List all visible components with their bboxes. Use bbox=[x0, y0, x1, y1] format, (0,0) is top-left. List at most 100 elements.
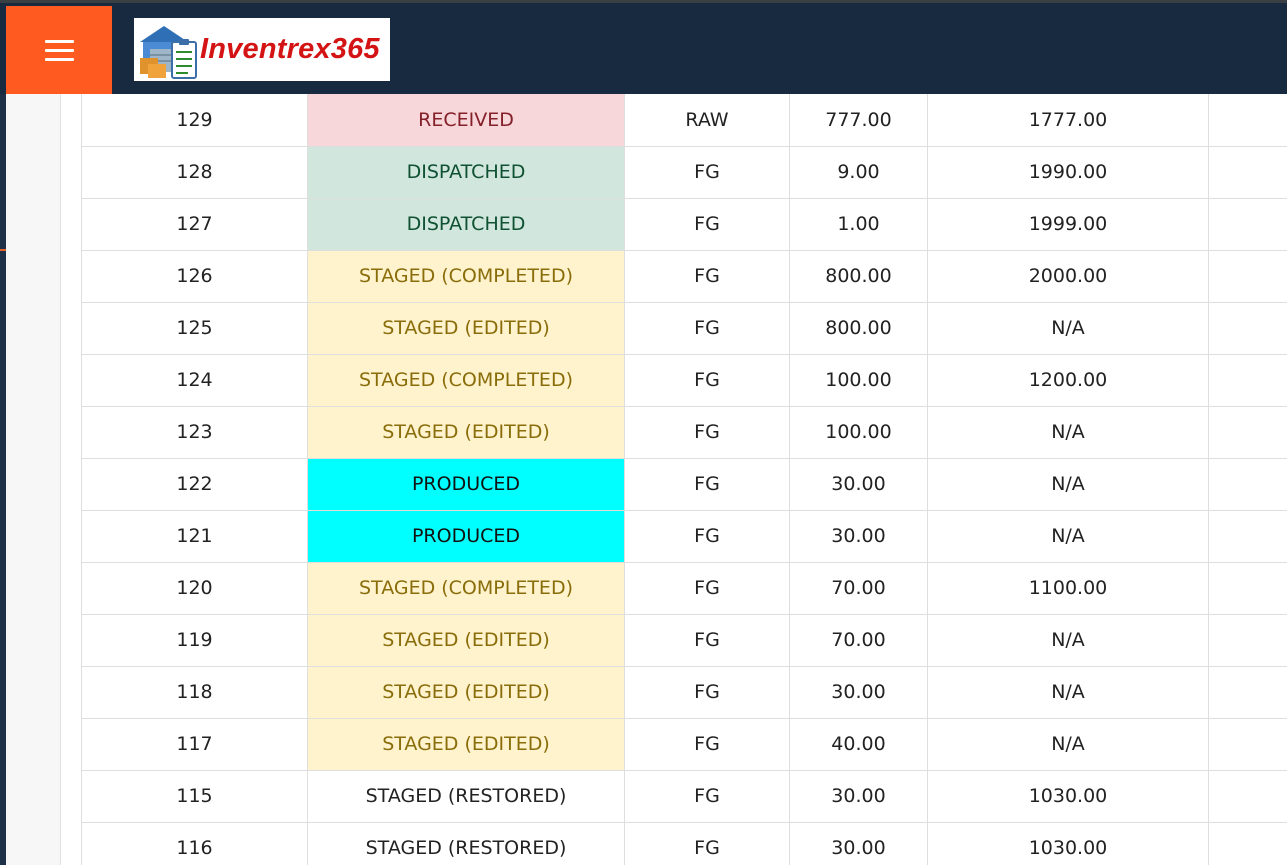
table-row[interactable]: 121 PRODUCED FG 30.00 N/A bbox=[81, 509, 1287, 563]
cell-quantity: 30.00 bbox=[789, 665, 928, 719]
cell-total: 2000.00 bbox=[927, 249, 1209, 303]
cell-status: PRODUCED bbox=[307, 457, 625, 511]
table-row[interactable]: 128 DISPATCHED FG 9.00 1990.00 bbox=[81, 145, 1287, 199]
cell-extra bbox=[1208, 197, 1287, 251]
cell-extra bbox=[1208, 301, 1287, 355]
cell-extra bbox=[1208, 249, 1287, 303]
table-row[interactable]: 123 STAGED (EDITED) FG 100.00 N/A bbox=[81, 405, 1287, 459]
table-row[interactable]: 124 STAGED (COMPLETED) FG 100.00 1200.00 bbox=[81, 353, 1287, 407]
cell-quantity: 70.00 bbox=[789, 561, 928, 615]
table-row[interactable]: 119 STAGED (EDITED) FG 70.00 N/A bbox=[81, 613, 1287, 667]
cell-total: 1200.00 bbox=[927, 353, 1209, 407]
cell-total: 1030.00 bbox=[927, 769, 1209, 823]
cell-id: 122 bbox=[81, 457, 308, 511]
cell-type: FG bbox=[624, 509, 790, 563]
cell-type: FG bbox=[624, 145, 790, 199]
table-row[interactable]: 115 STAGED (RESTORED) FG 30.00 1030.00 bbox=[81, 769, 1287, 823]
cell-status: STAGED (RESTORED) bbox=[307, 821, 625, 865]
cell-quantity: 1.00 bbox=[789, 197, 928, 251]
cell-type: FG bbox=[624, 613, 790, 667]
cell-status: STAGED (RESTORED) bbox=[307, 769, 625, 823]
cell-id: 124 bbox=[81, 353, 308, 407]
cell-id: 120 bbox=[81, 561, 308, 615]
cell-id: 115 bbox=[81, 769, 308, 823]
cell-id: 121 bbox=[81, 509, 308, 563]
cell-type: FG bbox=[624, 821, 790, 865]
inventory-table: 129 RECEIVED RAW 777.00 1777.00 128 DISPATCHED… bbox=[81, 94, 1287, 865]
table-row[interactable]: 125 STAGED (EDITED) FG 800.00 N/A bbox=[81, 301, 1287, 355]
cell-type: FG bbox=[624, 561, 790, 615]
cell-extra bbox=[1208, 665, 1287, 719]
cell-id: 129 bbox=[81, 94, 308, 147]
cell-type: FG bbox=[624, 769, 790, 823]
cell-extra bbox=[1208, 769, 1287, 823]
cell-id: 123 bbox=[81, 405, 308, 459]
cell-status: DISPATCHED bbox=[307, 145, 625, 199]
cell-type: FG bbox=[624, 353, 790, 407]
cell-type: FG bbox=[624, 301, 790, 355]
table-row[interactable]: 116 STAGED (RESTORED) FG 30.00 1030.00 bbox=[81, 821, 1287, 865]
cell-id: 117 bbox=[81, 717, 308, 771]
cell-status: STAGED (COMPLETED) bbox=[307, 561, 625, 615]
cell-quantity: 100.00 bbox=[789, 353, 928, 407]
cell-quantity: 800.00 bbox=[789, 301, 928, 355]
cell-extra bbox=[1208, 353, 1287, 407]
cell-status: STAGED (COMPLETED) bbox=[307, 249, 625, 303]
cell-id: 127 bbox=[81, 197, 308, 251]
cell-type: FG bbox=[624, 665, 790, 719]
cell-total: N/A bbox=[927, 405, 1209, 459]
cell-id: 119 bbox=[81, 613, 308, 667]
cell-total: 1030.00 bbox=[927, 821, 1209, 865]
cell-status: RECEIVED bbox=[307, 94, 625, 147]
inventory-table-container[interactable]: 129 RECEIVED RAW 777.00 1777.00 128 DISPATCHED… bbox=[81, 94, 1287, 865]
cell-type: FG bbox=[624, 405, 790, 459]
cell-status: DISPATCHED bbox=[307, 197, 625, 251]
cell-extra bbox=[1208, 561, 1287, 615]
cell-extra bbox=[1208, 717, 1287, 771]
menu-toggle-button[interactable] bbox=[6, 6, 112, 94]
table-row[interactable]: 127 DISPATCHED FG 1.00 1999.00 bbox=[81, 197, 1287, 251]
table-row[interactable]: 120 STAGED (COMPLETED) FG 70.00 1100.00 bbox=[81, 561, 1287, 615]
warehouse-clipboard-icon bbox=[140, 25, 197, 79]
cell-quantity: 40.00 bbox=[789, 717, 928, 771]
cell-total: N/A bbox=[927, 457, 1209, 511]
cell-total: N/A bbox=[927, 301, 1209, 355]
cell-total: N/A bbox=[927, 613, 1209, 667]
table-row[interactable]: 117 STAGED (EDITED) FG 40.00 N/A bbox=[81, 717, 1287, 771]
cell-quantity: 30.00 bbox=[789, 769, 928, 823]
app-logo[interactable]: Inventrex365 bbox=[134, 18, 390, 81]
cell-total: 1100.00 bbox=[927, 561, 1209, 615]
cell-type: FG bbox=[624, 197, 790, 251]
cell-extra bbox=[1208, 94, 1287, 147]
table-row[interactable]: 118 STAGED (EDITED) FG 30.00 N/A bbox=[81, 665, 1287, 719]
cell-status: PRODUCED bbox=[307, 509, 625, 563]
cell-extra bbox=[1208, 613, 1287, 667]
cell-total: N/A bbox=[927, 717, 1209, 771]
cell-quantity: 100.00 bbox=[789, 405, 928, 459]
cell-extra bbox=[1208, 145, 1287, 199]
cell-status: STAGED (EDITED) bbox=[307, 301, 625, 355]
cell-status: STAGED (EDITED) bbox=[307, 405, 625, 459]
table-row[interactable]: 129 RECEIVED RAW 777.00 1777.00 bbox=[81, 94, 1287, 147]
cell-total: N/A bbox=[927, 665, 1209, 719]
cell-quantity: 777.00 bbox=[789, 94, 928, 147]
cell-status: STAGED (COMPLETED) bbox=[307, 353, 625, 407]
cell-type: RAW bbox=[624, 94, 790, 147]
cell-total: N/A bbox=[927, 509, 1209, 563]
cell-quantity: 30.00 bbox=[789, 821, 928, 865]
cell-id: 118 bbox=[81, 665, 308, 719]
cell-quantity: 9.00 bbox=[789, 145, 928, 199]
cell-quantity: 70.00 bbox=[789, 613, 928, 667]
cell-type: FG bbox=[624, 457, 790, 511]
table-row[interactable]: 126 STAGED (COMPLETED) FG 800.00 2000.00 bbox=[81, 249, 1287, 303]
cell-type: FG bbox=[624, 717, 790, 771]
cell-quantity: 800.00 bbox=[789, 249, 928, 303]
cell-status: STAGED (EDITED) bbox=[307, 717, 625, 771]
cell-total: 1777.00 bbox=[927, 94, 1209, 147]
sidebar-gutter bbox=[6, 94, 61, 865]
cell-extra bbox=[1208, 509, 1287, 563]
top-navbar: Inventrex365 bbox=[0, 0, 1287, 94]
cell-extra bbox=[1208, 457, 1287, 511]
cell-total: 1999.00 bbox=[927, 197, 1209, 251]
table-row[interactable]: 122 PRODUCED FG 30.00 N/A bbox=[81, 457, 1287, 511]
